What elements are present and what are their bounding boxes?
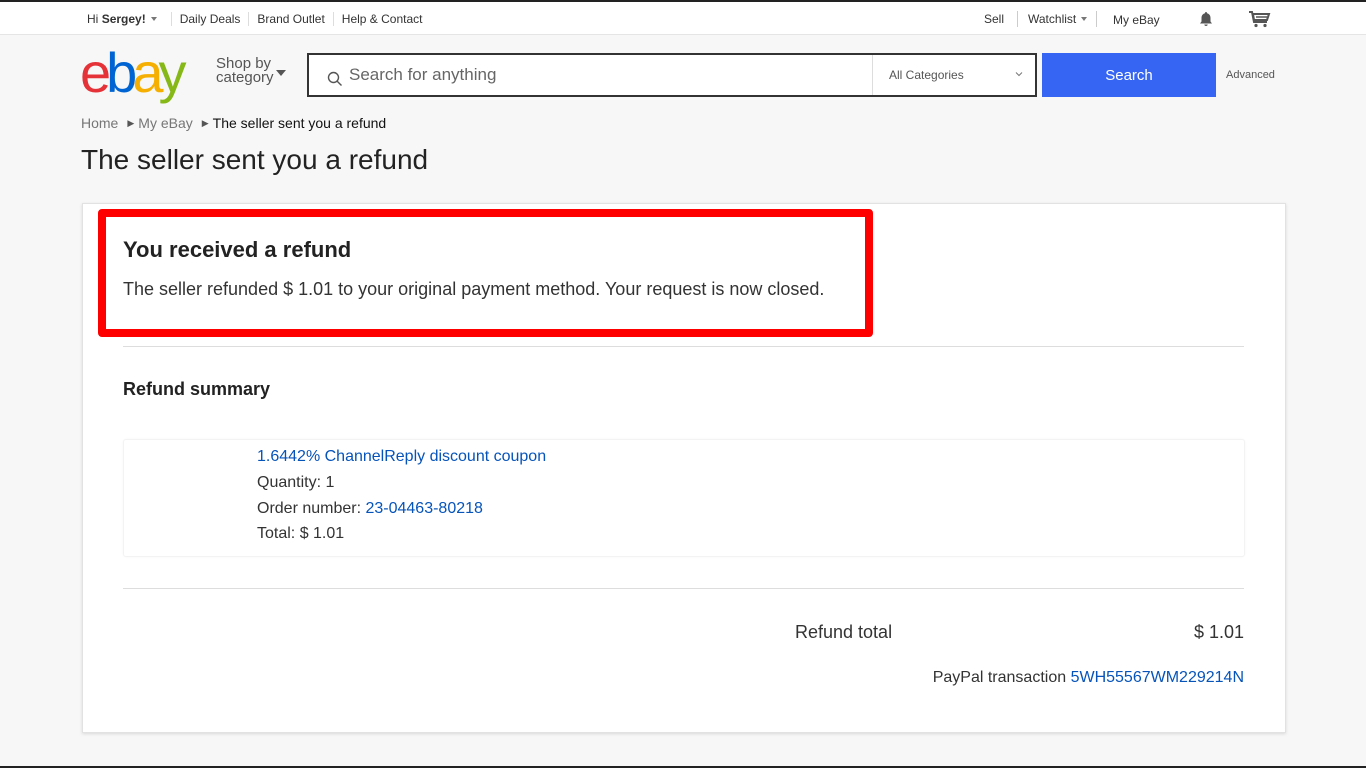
watchlist-label: Watchlist <box>1028 12 1077 26</box>
logo-letter-b: b <box>106 41 137 104</box>
paypal-transaction-row: PayPal transaction 5WH55567WM229214N <box>933 669 1244 687</box>
sell-link[interactable]: Sell <box>984 12 1004 26</box>
topbar-left: Hi Sergey! Daily Deals Brand Outlet Help… <box>87 2 431 35</box>
chevron-down-icon <box>150 16 157 21</box>
chevron-down-icon[interactable] <box>276 70 286 76</box>
chevron-down-icon <box>1081 17 1088 21</box>
item-title-row: 1.6442% ChannelReply discount coupon <box>257 448 546 466</box>
divider <box>123 346 1244 347</box>
breadcrumb-current: The seller sent you a refund <box>212 115 387 131</box>
divider <box>123 588 1244 589</box>
breadcrumb-arrow-icon: ▶ <box>201 117 209 128</box>
order-number-label: Order number: <box>257 500 366 517</box>
order-number-link[interactable]: 23-04463-80218 <box>365 500 482 517</box>
user-greeting-menu[interactable]: Hi Sergey! <box>87 12 171 26</box>
greeting-prefix: Hi <box>87 11 99 26</box>
refund-total-value: $ 1.01 <box>1193 622 1244 642</box>
search-icon <box>327 71 342 86</box>
shop-by-category-button[interactable]: Shop by category <box>216 56 274 86</box>
user-name: Sergey! <box>101 11 146 26</box>
page-title: The seller sent you a refund <box>81 144 429 175</box>
search-input[interactable] <box>349 55 869 95</box>
refund-notice-highlight <box>98 209 873 337</box>
item-total-label: Total: <box>257 525 300 542</box>
quantity-value: 1 <box>325 474 335 491</box>
watchlist-menu[interactable]: Watchlist <box>1017 11 1088 27</box>
help-contact-link[interactable]: Help & Contact <box>332 11 431 26</box>
advanced-search-link[interactable]: Advanced <box>1226 69 1275 81</box>
category-select[interactable]: All Categories <box>872 55 1037 95</box>
breadcrumb-home[interactable]: Home <box>81 115 118 131</box>
item-title-link[interactable]: 1.6442% ChannelReply discount coupon <box>257 448 546 465</box>
cart-icon[interactable] <box>1248 10 1272 28</box>
top-utility-bar: Hi Sergey! Daily Deals Brand Outlet Help… <box>0 2 1366 35</box>
item-total-row: Total: $ 1.01 <box>257 525 344 543</box>
chevron-down-icon <box>1015 72 1023 77</box>
item-quantity-row: Quantity: 1 <box>257 474 334 492</box>
search-button[interactable]: Search <box>1042 53 1216 97</box>
breadcrumb-arrow-icon: ▶ <box>127 117 135 128</box>
ebay-logo[interactable]: ebay <box>80 44 204 102</box>
bell-icon[interactable] <box>1198 11 1214 27</box>
logo-letter-a: a <box>132 41 163 104</box>
refund-notice-message: The seller refunded $ 1.01 to your origi… <box>123 279 825 299</box>
logo-letter-e: e <box>80 41 111 104</box>
item-total-value: $ 1.01 <box>299 525 345 542</box>
refund-total-label: Refund total <box>795 622 893 642</box>
my-ebay-link[interactable]: My eBay <box>1113 13 1160 27</box>
brand-outlet-link[interactable]: Brand Outlet <box>248 11 332 26</box>
paypal-transaction-link[interactable]: 5WH55567WM229214N <box>1071 669 1244 686</box>
paypal-transaction-label: PayPal transaction <box>932 669 1071 686</box>
logo-letter-y: y <box>158 41 186 104</box>
search-box: All Categories <box>307 53 1037 97</box>
quantity-label: Quantity: <box>257 474 326 491</box>
refund-summary-heading: Refund summary <box>123 379 271 399</box>
shop-by-line2: category <box>216 69 274 86</box>
category-select-value: All Categories <box>889 68 964 82</box>
breadcrumb-my-ebay[interactable]: My eBay <box>138 115 192 131</box>
refund-notice-heading: You received a refund <box>123 237 352 262</box>
order-number-row: Order number: 23-04463-80218 <box>257 500 483 518</box>
daily-deals-link[interactable]: Daily Deals <box>170 11 249 26</box>
breadcrumb: Home ▶ My eBay ▶ The seller sent you a r… <box>81 115 386 131</box>
divider <box>1096 11 1097 27</box>
